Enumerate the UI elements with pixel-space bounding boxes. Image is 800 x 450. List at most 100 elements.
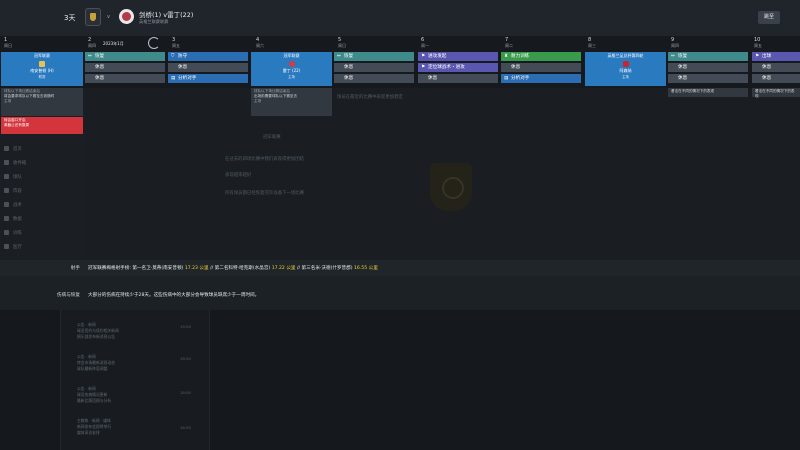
training-recovery[interactable]: ⇔ 恢复 — [85, 52, 165, 61]
training-recovery[interactable]: ⇔ 恢复 — [334, 52, 414, 61]
calendar-day-1[interactable]: 1 周日 — [4, 37, 12, 51]
lineup-icon — [4, 188, 9, 193]
calendar-day-7[interactable]: 7 周二 — [505, 37, 513, 51]
news-time: 18:50 — [180, 356, 191, 361]
injury-recovery-label: 伤病与恢复 — [57, 293, 80, 298]
training-rest[interactable]: 休息 — [334, 63, 414, 72]
training-rest[interactable]: 休息 — [168, 63, 248, 72]
skip-button[interactable]: 跳至 — [757, 11, 780, 24]
calendar-day-4[interactable]: 4 周六 — [256, 37, 264, 51]
injury-recovery-row: 伤病与恢复 大部分的伤病在持续少于28天。这些伤病中的大部分会导致球员缺席少于一… — [0, 276, 800, 310]
recovery-icon: ⇔ — [337, 54, 341, 59]
sidebar-item-inbox[interactable]: 收件箱 — [4, 160, 26, 166]
news-feed: 公告 · 新闻 球员签约与续约相关新闻 俱乐部发布新消息公告 19:00 公告 … — [0, 310, 800, 450]
calendar-day-10[interactable]: 10 周五 — [754, 37, 762, 51]
news-item[interactable]: 主教练 · 新闻 · 媒体 新闻发布会即将举行 媒体采访安排 — [77, 418, 111, 436]
loading-spinner-icon — [148, 37, 160, 49]
tactics-icon — [4, 202, 9, 207]
faded-heading: 冠军联赛 — [263, 135, 281, 140]
faded-text: 在过去的四场比赛中我们表现得更加团结 — [225, 157, 305, 162]
team-crest-icon — [288, 61, 295, 67]
faded-text: 所有球员都已经恢复完毕准备下一场比赛 — [225, 191, 305, 196]
match-header-bar: 3天 v 剑桥(1) v雷丁(22) 英格兰联赛联赛 跳至 — [0, 0, 800, 36]
next-match-competition: 英格兰联赛联赛 — [139, 19, 169, 24]
calendar-day-2[interactable]: 2 周四 — [88, 37, 96, 51]
away-team-crest-icon[interactable] — [119, 9, 134, 24]
training-rest[interactable]: 休息 — [501, 63, 581, 72]
training-fitness[interactable]: ♜ 耐力训练 — [501, 52, 581, 61]
training-analyse-opponent[interactable]: ▤ 分析对手 — [168, 74, 248, 83]
news-time: 18:00 — [180, 390, 191, 395]
training-rest[interactable]: 休息 — [334, 74, 414, 83]
attack-icon: ⚑ — [421, 54, 426, 59]
squad-icon — [4, 174, 9, 179]
top-scorers-row: 射手 冠军联赛梅格射手榜: 第一名卫·莫蒂(南安普顿) 17.23 公里 // … — [0, 260, 800, 276]
calendar-day-6[interactable]: 6 周一 — [421, 37, 429, 51]
calendar-day-9[interactable]: 9 周四 — [671, 37, 679, 51]
transfer-window-alert[interactable]: 转会窗口开启 离截止还有数周 — [1, 117, 83, 134]
match-card-reading[interactable]: 冠军联赛 雷丁 (22) 主场 — [251, 52, 332, 86]
sidebar-item-training[interactable]: 训练 — [4, 230, 22, 236]
news-item[interactable]: 公告 · 新闻 球员签约与续约相关新闻 俱乐部发布新消息公告 — [77, 322, 119, 340]
calendar-day-8[interactable]: 8 周三 — [588, 37, 596, 51]
news-ticker-item[interactable]: 看法在不同的情况下的表现 — [752, 88, 800, 98]
training-rest[interactable]: 休息 — [668, 63, 748, 72]
attack-icon: ⚑ — [755, 54, 760, 59]
days-until-match: 3天 — [64, 14, 76, 22]
inbox-icon — [4, 160, 9, 165]
recovery-icon: ⇔ — [88, 54, 92, 59]
club-crest-watermark-icon — [430, 163, 472, 211]
training-analyse-opponent[interactable]: ▤ 分析对手 — [501, 74, 581, 83]
sidebar-item-medical[interactable]: 医疗 — [4, 244, 22, 250]
calendar-day-3[interactable]: 3 周五 — [172, 37, 180, 51]
training-icon — [4, 230, 9, 235]
calendar-day-5[interactable]: 5 周日 — [338, 37, 346, 51]
team-crest-icon — [39, 61, 45, 67]
analysis-icon: ▤ — [504, 76, 509, 81]
recovery-icon: ⇔ — [671, 54, 675, 59]
faded-text: 球员在最近的比赛中表现更加稳定 — [337, 95, 403, 100]
news-ticker-item[interactable]: 看法在不同的情况下的表现 — [668, 88, 748, 97]
home-team-crest-icon[interactable] — [85, 8, 101, 26]
training-recovery[interactable]: ⇔ 恢复 — [668, 52, 748, 61]
team-crest-icon — [622, 61, 629, 67]
home-icon — [4, 146, 9, 151]
calendar-month-label: 2023年1月 — [103, 41, 124, 46]
versus-label: v — [107, 14, 110, 20]
news-item[interactable]: 公告 · 新闻 转会市场最新消息动态 球队最新阵容调整 — [77, 354, 115, 372]
training-rest[interactable]: 休息 — [85, 74, 165, 83]
sidebar-item-home[interactable]: 首页 — [4, 146, 22, 152]
sidebar-item-squad[interactable]: 球队 — [4, 174, 22, 180]
training-rest[interactable]: 休息 — [418, 74, 498, 83]
news-time: 19:00 — [180, 324, 191, 329]
training-rest[interactable]: 休息 — [752, 74, 800, 83]
sidebar-item-lineup[interactable]: 阵容 — [4, 188, 22, 194]
running-icon: ♜ — [504, 54, 509, 59]
news-item[interactable]: 公告 · 新闻 球员伤病情况更新 最新比赛回顾与分析 — [77, 386, 111, 404]
analysis-icon: ▤ — [171, 76, 176, 81]
training-defence[interactable]: ⛉ 防守 — [168, 52, 248, 61]
main-content-dimmed: 冠军联赛 在过去的四场比赛中我们表现得更加团结 表现越来越好 所有球员都已经恢复… — [85, 88, 800, 260]
match-note-card[interactable]: 球队以下场比赛结束后 出场前需要球队以下赛至去 主场 — [251, 88, 332, 116]
sidebar-item-tactics[interactable]: 战术 — [4, 202, 22, 208]
top-scorers-label: 射手 — [70, 266, 80, 271]
match-note-card[interactable]: 球队以下场比赛结束后 将会要求球队以下赛至去到随时 主场 — [1, 88, 83, 116]
training-attack-outlet[interactable]: ⚑ 出球 — [752, 52, 800, 61]
match-card-arsenal[interactable]: 英格兰足总杯第四轮 阿森纳 主场 — [585, 52, 666, 86]
shield-icon: ⛉ — [171, 54, 175, 59]
set-piece-icon: ⚑ — [421, 65, 426, 70]
faded-text: 表现越来越好 — [225, 173, 252, 178]
news-time: 16:55 — [180, 425, 191, 430]
training-rest[interactable]: 休息 — [752, 63, 800, 72]
training-rest[interactable]: 休息 — [85, 63, 165, 72]
training-set-pieces[interactable]: ⚑ 定位球战术・进攻 — [418, 63, 498, 72]
training-rest[interactable]: 休息 — [668, 74, 748, 83]
top-scorers-text: 冠军联赛梅格射手榜: 第一名卫·莫蒂(南安普顿) 17.23 公里 // 第二名… — [88, 266, 378, 271]
data-icon — [4, 216, 9, 221]
match-card-southampton[interactable]: 冠军联赛 南安普顿 (H) 联赛 — [1, 52, 83, 86]
medical-icon — [4, 244, 9, 249]
training-attack-buildup[interactable]: ⚑ 进攻发起 — [418, 52, 498, 61]
injury-recovery-text: 大部分的伤病在持续少于28天。这些伤病中的大部分会导致球员缺席少于一周时间。 — [88, 293, 260, 298]
sidebar-item-data[interactable]: 数据 — [4, 216, 22, 222]
next-match-title[interactable]: 剑桥(1) v雷丁(22) — [139, 9, 193, 19]
